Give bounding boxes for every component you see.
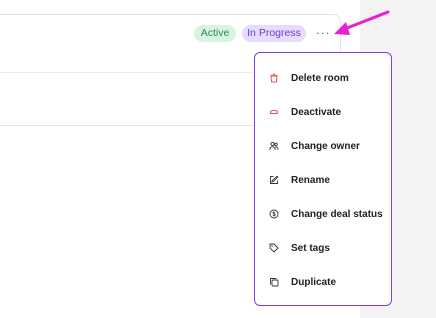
menu-item-set-tags[interactable]: Set tags (269, 240, 330, 256)
menu-item-label: Delete room (291, 72, 349, 84)
status-badge-active: Active (194, 25, 236, 42)
copy-icon (269, 276, 279, 288)
users-icon (269, 140, 279, 152)
tag-icon (269, 242, 279, 254)
menu-item-label: Duplicate (291, 276, 337, 288)
status-badge-in-progress: In Progress (242, 25, 306, 42)
menu-item-label: Change owner (291, 140, 360, 152)
menu-item-duplicate[interactable]: Duplicate (269, 274, 336, 290)
dollar-circle-icon (269, 208, 279, 220)
menu-item-label: Deactivate (291, 106, 342, 118)
actions-dropdown-menu: Delete room Deactivate Change owner Rena… (254, 52, 392, 306)
menu-item-label: Change deal status (291, 208, 383, 220)
menu-item-label: Set tags (291, 242, 330, 254)
pencil-icon (269, 174, 279, 186)
menu-item-change-owner[interactable]: Change owner (269, 138, 360, 154)
pointer-arrow-icon (334, 10, 390, 35)
menu-item-deactivate[interactable]: Deactivate (269, 104, 341, 120)
menu-item-label: Rename (291, 174, 330, 186)
deactivate-icon (269, 106, 279, 118)
menu-item-change-deal-status[interactable]: Change deal status (269, 206, 383, 222)
trash-icon (269, 72, 279, 84)
menu-item-delete-room[interactable]: Delete room (269, 70, 349, 86)
more-horizontal-icon: ··· (315, 25, 331, 40)
menu-item-rename[interactable]: Rename (269, 172, 330, 188)
